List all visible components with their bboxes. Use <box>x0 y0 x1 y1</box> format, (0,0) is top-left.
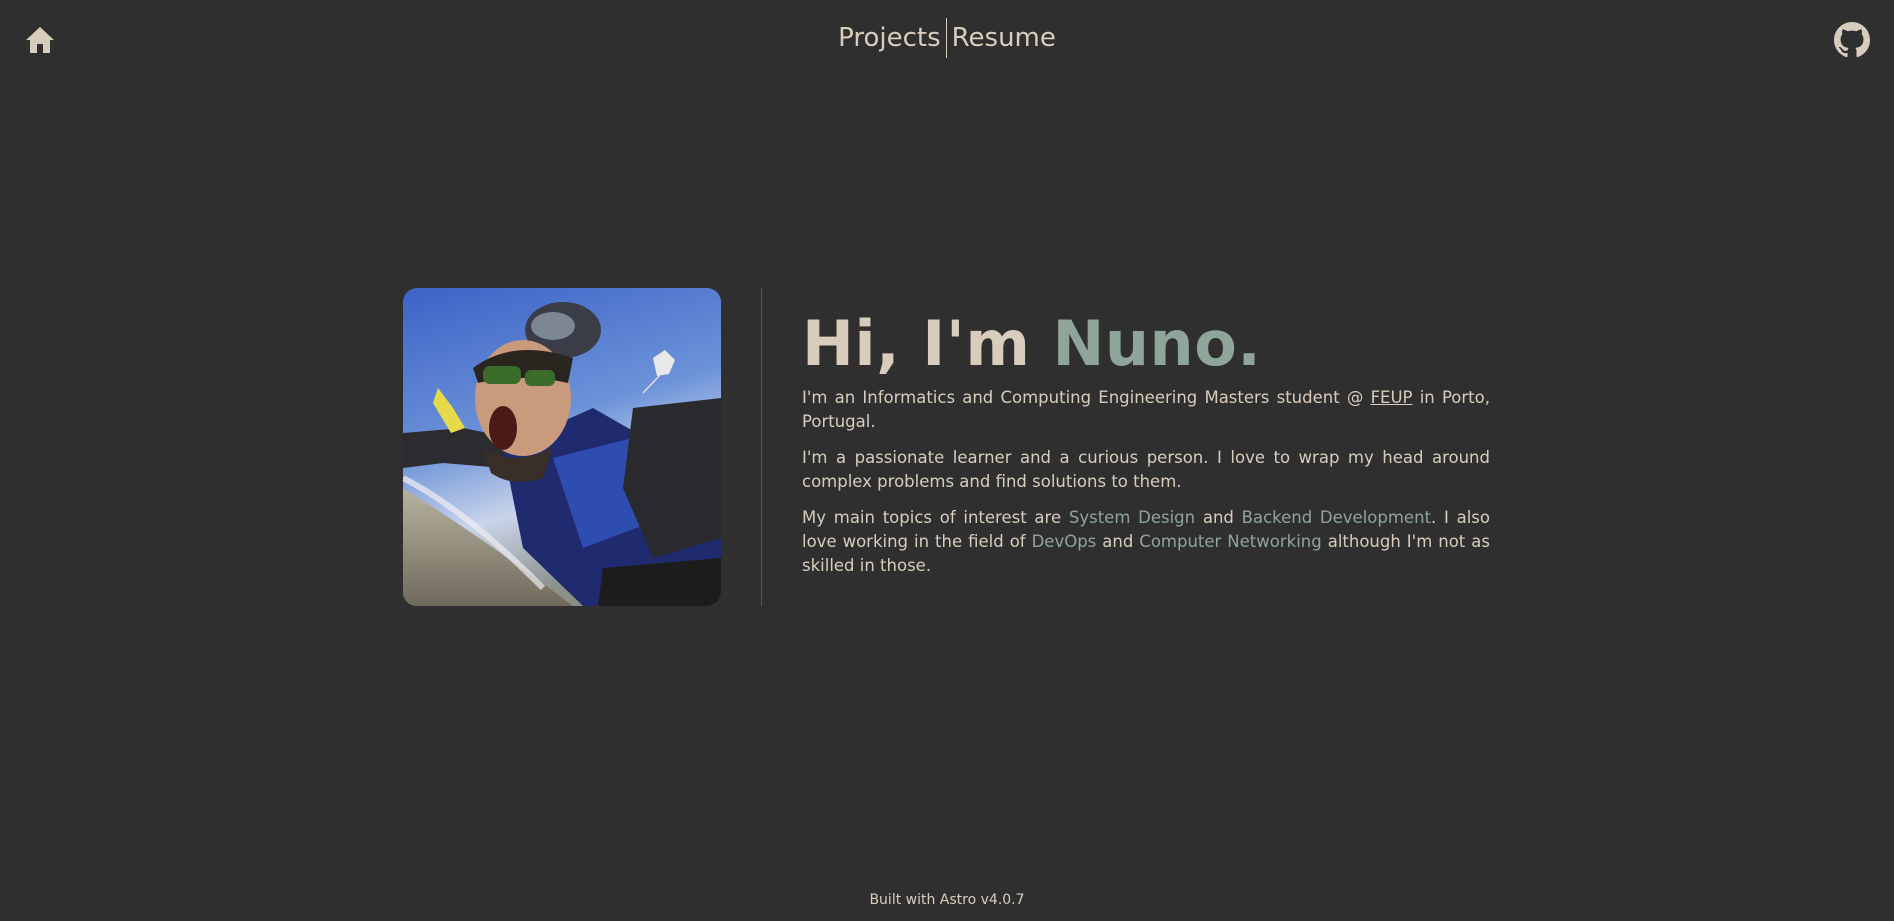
hero-section: Hi, I'm Nuno. I'm an Informatics and Com… <box>403 288 1491 606</box>
nav-resume-link[interactable]: Resume <box>947 18 1061 58</box>
topic-backend-development: Backend Development <box>1241 508 1432 527</box>
vertical-divider <box>761 288 762 606</box>
bio-3-text: My main topics of interest are <box>802 508 1069 527</box>
github-icon <box>1834 22 1870 58</box>
bio-3-text: and <box>1195 508 1242 527</box>
bio-paragraph-2: I'm a passionate learner and a curious p… <box>802 448 1490 491</box>
top-nav: Projects Resume <box>0 18 1894 58</box>
skydiving-photo-illustration <box>403 288 721 606</box>
page-title: Hi, I'm Nuno. <box>802 308 1490 380</box>
footer-text: Built with Astro v4.0.7 <box>869 892 1025 908</box>
profile-photo <box>403 288 721 606</box>
greeting-name: Nuno. <box>1052 307 1262 380</box>
bio-1-text: I'm an Informatics and Computing Enginee… <box>802 388 1371 407</box>
topic-devops: DevOps <box>1031 532 1097 551</box>
bio-paragraph-1: I'm an Informatics and Computing Enginee… <box>802 386 1490 434</box>
greeting-prefix: Hi, I'm <box>802 307 1053 380</box>
nav-projects-link[interactable]: Projects <box>833 18 946 58</box>
site-header: Projects Resume <box>0 0 1894 80</box>
feup-link[interactable]: FEUP <box>1371 388 1413 407</box>
bio-3-text: and <box>1096 532 1140 551</box>
topic-computer-networking: Computer Networking <box>1139 532 1322 551</box>
site-footer: Built with Astro v4.0.7 <box>0 892 1894 908</box>
bio-paragraph-3: My main topics of interest are System De… <box>802 506 1490 578</box>
topic-system-design: System Design <box>1068 508 1196 527</box>
intro-content: Hi, I'm Nuno. I'm an Informatics and Com… <box>802 288 1490 606</box>
github-link[interactable] <box>1834 22 1870 58</box>
